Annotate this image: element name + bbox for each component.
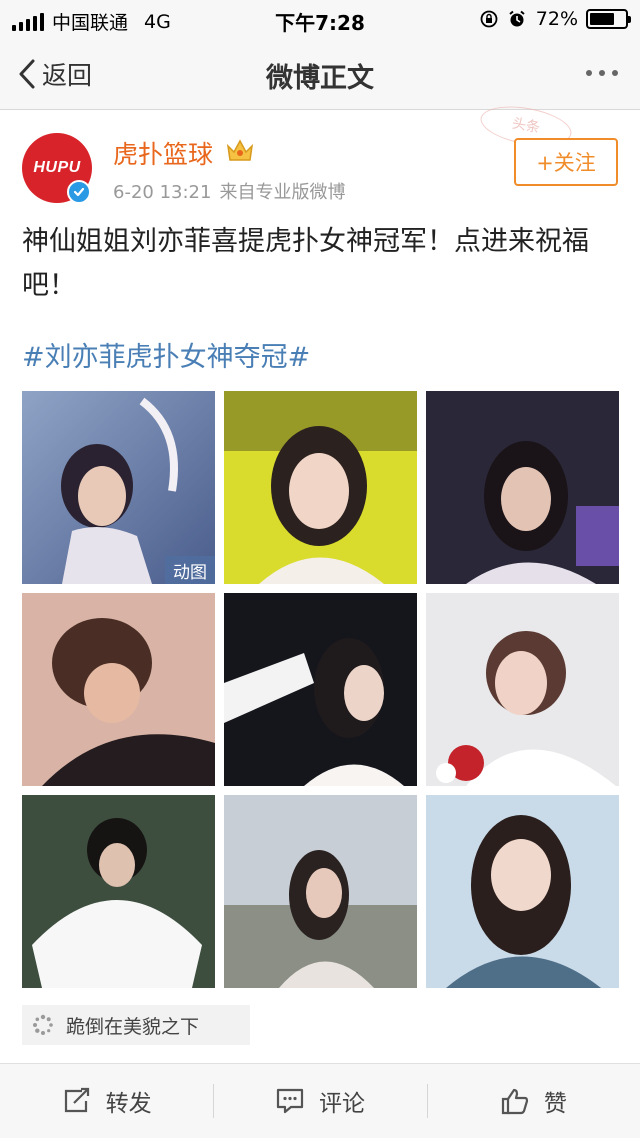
photo-thumbnail-9[interactable]	[426, 795, 619, 988]
username[interactable]: 虎扑篮球	[113, 135, 213, 171]
gif-badge: 动图	[165, 556, 215, 584]
photo-thumbnail-2[interactable]	[224, 391, 417, 584]
avatar-logo-text: HUPU	[33, 159, 81, 176]
image-grid: 动图	[22, 391, 619, 988]
page-title: 微博正文	[266, 63, 374, 94]
photo-thumbnail-5[interactable]	[224, 593, 417, 786]
photo-thumbnail-7[interactable]	[22, 795, 215, 988]
hashtag-link[interactable]: #刘亦菲虎扑女神夺冠#	[22, 335, 310, 374]
battery-fill	[590, 13, 615, 25]
action-bar: 转发 评论 赞	[0, 1063, 640, 1138]
repost-label: 转发	[105, 1091, 152, 1117]
comment-label: 评论	[318, 1091, 365, 1117]
post-meta: 6-20 13:21 来自专业版微博	[113, 178, 345, 204]
like-button[interactable]: 赞	[426, 1064, 640, 1138]
photo-thumbnail-6[interactable]	[426, 593, 619, 786]
loading-spinner-icon	[33, 1014, 53, 1035]
like-label: 赞	[543, 1091, 567, 1117]
comment-icon	[276, 1088, 304, 1114]
reaction-tag-label: 跪倒在美貌之下	[66, 1015, 200, 1038]
repost-icon	[64, 1087, 89, 1113]
battery-icon	[586, 9, 631, 29]
post-source: 来自专业版微博	[219, 182, 346, 203]
repost-button[interactable]: 转发	[0, 1064, 213, 1138]
follow-button[interactable]: +关注	[514, 138, 618, 186]
comment-button[interactable]: 评论	[213, 1064, 426, 1138]
photo-thumbnail-8[interactable]	[224, 795, 417, 988]
photo-thumbnail-1[interactable]: 动图	[22, 391, 215, 584]
battery-percent: 72%	[535, 8, 578, 30]
verified-badge-icon	[67, 180, 91, 204]
rotation-lock-icon	[480, 10, 498, 28]
more-options-icon[interactable]	[586, 70, 618, 76]
status-right: 72%	[480, 8, 631, 30]
status-bar: 中国联通 4G 下午7:28 72%	[0, 0, 640, 40]
stamp-text: 头条	[510, 115, 542, 137]
photo-thumbnail-3[interactable]	[426, 391, 619, 584]
alarm-icon	[509, 10, 525, 27]
thumbs-up-icon	[501, 1088, 528, 1115]
nav-bar: 返回 微博正文	[0, 40, 640, 110]
photo-thumbnail-4[interactable]	[22, 593, 215, 786]
crown-icon	[226, 139, 254, 161]
reaction-tag[interactable]: 跪倒在美貌之下	[22, 1005, 250, 1045]
post-text: 神仙姐姐刘亦菲喜提虎扑女神冠军！点进来祝福吧！	[22, 226, 589, 301]
post-date: 6-20 13:21	[113, 182, 212, 203]
